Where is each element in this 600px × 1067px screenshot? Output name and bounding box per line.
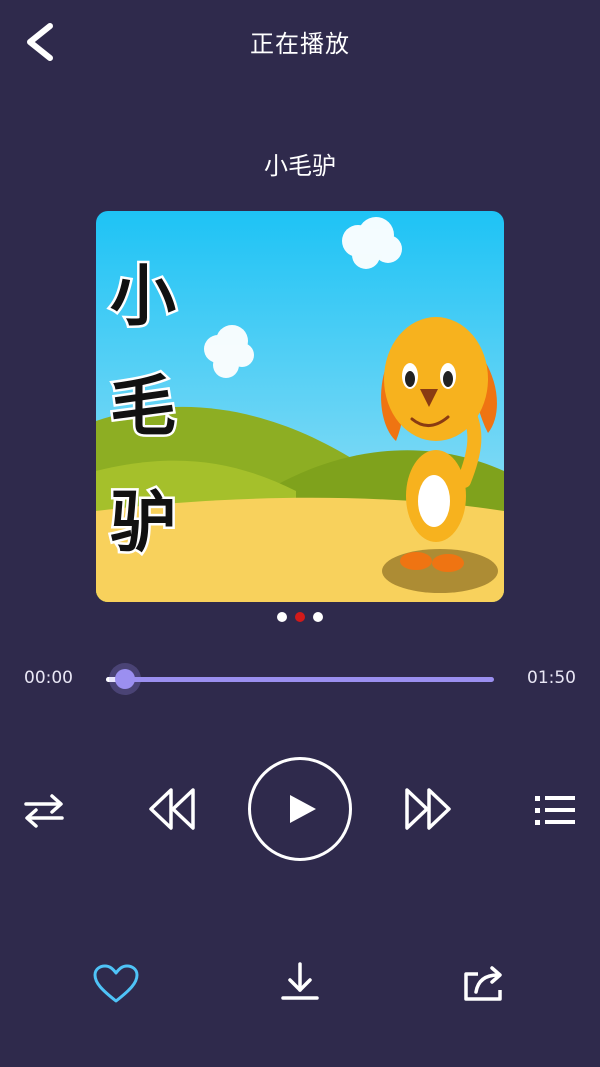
download-button[interactable] [281, 962, 319, 1002]
repeat-icon [24, 794, 64, 828]
share-button[interactable] [462, 964, 506, 1002]
repeat-button[interactable] [22, 792, 66, 828]
header-bar: 正在播放 [0, 0, 600, 86]
cover-pager [0, 612, 600, 624]
heart-icon [93, 964, 139, 1003]
playlist-button[interactable] [533, 794, 577, 828]
svg-text:毛: 毛 [110, 368, 176, 445]
seek-bar[interactable] [106, 669, 494, 689]
share-icon [464, 966, 502, 1001]
rewind-icon [149, 788, 195, 830]
album-cover[interactable]: 小 毛 驴 [96, 211, 504, 602]
current-time: 00:00 [24, 668, 73, 688]
seek-thumb[interactable] [115, 669, 136, 689]
playlist-icon [535, 796, 575, 825]
fast-forward-icon [405, 788, 451, 830]
rewind-button[interactable] [147, 786, 197, 832]
download-icon [281, 962, 319, 1000]
pager-dot[interactable] [313, 612, 323, 622]
pager-dot[interactable] [277, 612, 287, 622]
cover-art-image: 小 毛 驴 [96, 211, 504, 602]
svg-text:小: 小 [110, 258, 176, 335]
page-title: 正在播放 [250, 30, 350, 58]
favorite-button[interactable] [92, 964, 140, 1004]
play-button[interactable] [248, 757, 352, 861]
play-icon [290, 795, 316, 823]
forward-button[interactable] [403, 786, 453, 832]
song-title: 小毛驴 [264, 152, 336, 180]
total-time: 01:50 [527, 668, 576, 688]
svg-text:驴: 驴 [110, 484, 176, 561]
pager-dot-active[interactable] [295, 612, 305, 622]
